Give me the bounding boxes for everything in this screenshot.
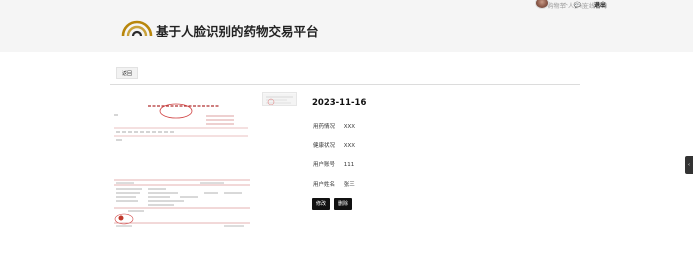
field-value: 111 [343, 162, 355, 168]
field-label: 用药情况 [313, 124, 336, 130]
side-panel-toggle[interactable]: ‹ [685, 156, 693, 174]
field-value: XXX [343, 124, 356, 130]
divider [110, 84, 580, 85]
action-buttons: 修改 删除 [312, 198, 356, 210]
field-medication: 用药情况 XXX [313, 122, 355, 130]
user-center-link[interactable]: 个人中心 [562, 1, 586, 10]
chevron-left-icon: ‹ [688, 162, 690, 168]
main-content: 返回 2023-11-16 用药情况 XXX 健康状况 XXX 用户账号 111… [0, 52, 693, 279]
field-label: 健康状况 [313, 143, 336, 149]
field-account: 用户账号 111 [313, 160, 354, 168]
receipt-scan-image [114, 99, 252, 153]
field-value: XXX [343, 143, 356, 149]
edit-button[interactable]: 修改 [312, 198, 331, 210]
delete-button[interactable]: 删除 [334, 198, 353, 210]
logo-icon [121, 20, 153, 37]
page: 基于人脸识别的药物交易平台 🛒 购物车 💬 在线咨询 个人中心 退出 返回 [0, 0, 693, 279]
field-label: 用户账号 [313, 162, 336, 168]
back-button[interactable]: 返回 [116, 67, 139, 79]
site-header: 基于人脸识别的药物交易平台 🛒 购物车 💬 在线咨询 个人中心 退出 [0, 0, 693, 52]
field-health: 健康状况 XXX [313, 141, 355, 149]
field-username: 用户姓名 张三 [313, 180, 355, 188]
site-title[interactable]: 基于人脸识别的药物交易平台 [156, 21, 319, 40]
field-value: 张三 [343, 182, 355, 188]
record-date: 2023-11-16 [312, 98, 367, 108]
thumbnail-image [263, 94, 296, 105]
receipt-image-1[interactable] [114, 99, 252, 153]
receipt-scan-image [114, 178, 252, 232]
field-label: 用户姓名 [313, 182, 336, 188]
logout-link[interactable]: 退出 [594, 0, 606, 9]
receipt-image-2[interactable] [114, 178, 252, 232]
image-thumbnail[interactable] [262, 92, 297, 106]
